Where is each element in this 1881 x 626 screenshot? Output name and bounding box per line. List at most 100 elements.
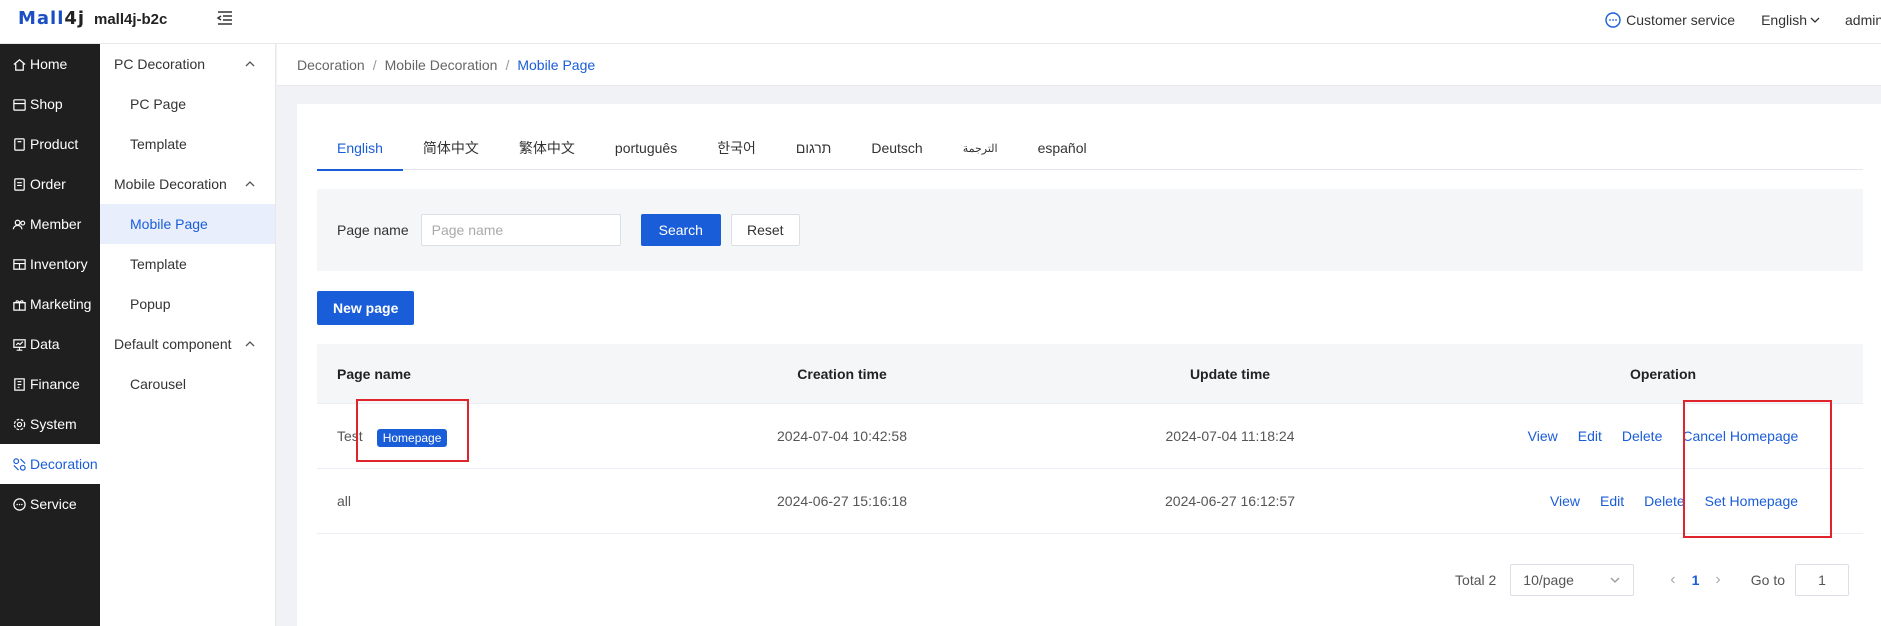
sub-sidebar: PC Decoration PC Page Template Mobile De… bbox=[100, 44, 276, 626]
page-number-current[interactable]: 1 bbox=[1692, 572, 1700, 588]
subnav-item-carousel[interactable]: Carousel bbox=[100, 364, 275, 404]
sidebar-item-home[interactable]: Home bbox=[0, 44, 100, 84]
edit-link[interactable]: Edit bbox=[1600, 493, 1624, 509]
subnav-item-pc-page[interactable]: PC Page bbox=[100, 84, 275, 124]
pagination: Total 2 10/page ‹ 1 › Go to bbox=[1455, 564, 1849, 596]
subnav-group-label: Default component bbox=[114, 336, 232, 352]
sidebar-item-label: Order bbox=[30, 176, 66, 192]
page-name-label: Page name bbox=[337, 222, 409, 238]
decoration-icon bbox=[13, 457, 26, 471]
product-icon bbox=[14, 137, 25, 151]
total-count: Total 2 bbox=[1455, 572, 1497, 588]
sidebar-item-label: Finance bbox=[30, 376, 80, 392]
subnav-item-mobile-template[interactable]: Template bbox=[100, 244, 275, 284]
sidebar-item-service[interactable]: Service bbox=[0, 484, 100, 524]
delete-link[interactable]: Delete bbox=[1644, 493, 1684, 509]
search-panel: Page name Search Reset bbox=[317, 189, 1863, 271]
goto-page-input[interactable] bbox=[1795, 564, 1849, 596]
breadcrumb-item[interactable]: Mobile Decoration bbox=[385, 57, 498, 73]
pages-table: Page name Creation time Update time Oper… bbox=[317, 344, 1863, 534]
column-header-operation: Operation bbox=[1629, 365, 1697, 382]
cell-creation-time: 2024-06-27 15:16:18 bbox=[777, 493, 907, 509]
sidebar-item-label: Home bbox=[30, 56, 68, 72]
language-tabs: English 简体中文 繁体中文 português 한국어 תרגום De… bbox=[317, 126, 1863, 171]
sidebar-item-finance[interactable]: Finance bbox=[0, 364, 100, 404]
breadcrumb-separator: / bbox=[505, 56, 510, 73]
page-name-input[interactable] bbox=[420, 214, 621, 246]
table-header: Page name Creation time Update time Oper… bbox=[317, 344, 1863, 404]
tab-traditional-chinese[interactable]: 繁体中文 bbox=[499, 126, 595, 170]
sidebar-item-system[interactable]: System bbox=[0, 404, 100, 444]
order-icon bbox=[14, 177, 25, 191]
main-card: English 简体中文 繁体中文 português 한국어 תרגום De… bbox=[297, 104, 1881, 626]
customer-service-link[interactable]: Customer service bbox=[1605, 12, 1735, 28]
sidebar-item-label: Shop bbox=[30, 96, 63, 112]
cell-creation-time: 2024-07-04 10:42:58 bbox=[777, 428, 907, 444]
delete-link[interactable]: Delete bbox=[1622, 428, 1662, 444]
table-row: all 2024-06-27 15:16:18 2024-06-27 16:12… bbox=[317, 469, 1863, 534]
subnav-item-pc-template[interactable]: Template bbox=[100, 124, 275, 164]
subnav-item-mobile-page[interactable]: Mobile Page bbox=[100, 204, 275, 244]
chevron-down-icon bbox=[1810, 17, 1820, 23]
sidebar-item-order[interactable]: Order bbox=[0, 164, 100, 204]
view-link[interactable]: View bbox=[1550, 493, 1580, 509]
tab-arabic[interactable]: الترجمة bbox=[943, 126, 1018, 170]
user-menu[interactable]: admin bbox=[1845, 12, 1881, 28]
shop-icon bbox=[13, 98, 26, 111]
sidebar-item-inventory[interactable]: Inventory bbox=[0, 244, 100, 284]
data-icon bbox=[13, 338, 26, 351]
search-button[interactable]: Search bbox=[640, 214, 721, 246]
inventory-icon bbox=[13, 258, 26, 270]
cell-update-time: 2024-07-04 11:18:24 bbox=[1165, 428, 1295, 444]
logo: Mall4j bbox=[18, 8, 86, 29]
tab-german[interactable]: Deutsch bbox=[851, 126, 942, 170]
view-link[interactable]: View bbox=[1528, 428, 1558, 444]
main-sidebar: Home Shop Product Order Member Inventory… bbox=[0, 44, 100, 626]
sidebar-item-decoration[interactable]: Decoration bbox=[0, 444, 100, 484]
chat-icon bbox=[13, 497, 26, 511]
finance-icon bbox=[14, 377, 25, 391]
subnav-group-default-component[interactable]: Default component bbox=[100, 324, 275, 364]
tab-portuguese[interactable]: português bbox=[595, 126, 697, 170]
tab-simplified-chinese[interactable]: 简体中文 bbox=[403, 126, 499, 170]
subnav-group-pc-decoration[interactable]: PC Decoration bbox=[100, 44, 275, 84]
highlight-box-homepage-actions bbox=[1683, 400, 1832, 538]
subnav-item-popup[interactable]: Popup bbox=[100, 284, 275, 324]
gift-icon bbox=[13, 299, 26, 311]
tab-spanish[interactable]: español bbox=[1018, 126, 1107, 170]
chevron-up-icon bbox=[245, 181, 255, 187]
sidebar-item-member[interactable]: Member bbox=[0, 204, 100, 244]
edit-link[interactable]: Edit bbox=[1578, 428, 1602, 444]
sidebar-item-label: System bbox=[30, 416, 77, 432]
customer-service-label: Customer service bbox=[1626, 12, 1736, 28]
sidebar-item-marketing[interactable]: Marketing bbox=[0, 284, 100, 324]
chevron-up-icon bbox=[245, 341, 255, 347]
sidebar-item-product[interactable]: Product bbox=[0, 124, 100, 164]
next-page-button[interactable]: › bbox=[1715, 571, 1720, 589]
sidebar-item-label: Member bbox=[30, 216, 82, 232]
tab-hebrew[interactable]: תרגום bbox=[776, 126, 852, 170]
breadcrumb-item[interactable]: Decoration bbox=[297, 57, 365, 73]
page-size-select[interactable]: 10/page bbox=[1510, 564, 1635, 596]
tab-korean[interactable]: 한국어 bbox=[697, 126, 776, 170]
tab-english[interactable]: English bbox=[317, 126, 403, 171]
sidebar-item-shop[interactable]: Shop bbox=[0, 84, 100, 124]
prev-page-button[interactable]: ‹ bbox=[1670, 571, 1675, 589]
column-header-page-name: Page name bbox=[337, 365, 411, 382]
language-label: English bbox=[1761, 12, 1807, 28]
cell-page-name: all bbox=[317, 493, 647, 509]
chevron-up-icon bbox=[245, 61, 255, 67]
column-header-update-time: Update time bbox=[1189, 365, 1271, 382]
subnav-group-mobile-decoration[interactable]: Mobile Decoration bbox=[100, 164, 275, 204]
new-page-button[interactable]: New page bbox=[317, 291, 415, 325]
menu-collapse-icon[interactable] bbox=[216, 9, 234, 27]
top-bar: Mall4j mall4j-b2c Customer service Engli… bbox=[0, 0, 1881, 44]
language-select[interactable]: English bbox=[1761, 12, 1821, 28]
cell-update-time: 2024-06-27 16:12:57 bbox=[1165, 493, 1295, 509]
sidebar-item-label: Data bbox=[30, 336, 60, 352]
page-name-text: all bbox=[337, 493, 352, 509]
sidebar-item-data[interactable]: Data bbox=[0, 324, 100, 364]
breadcrumb-separator: / bbox=[372, 56, 377, 73]
page-size-value: 10/page bbox=[1523, 572, 1574, 588]
reset-button[interactable]: Reset bbox=[730, 214, 800, 246]
